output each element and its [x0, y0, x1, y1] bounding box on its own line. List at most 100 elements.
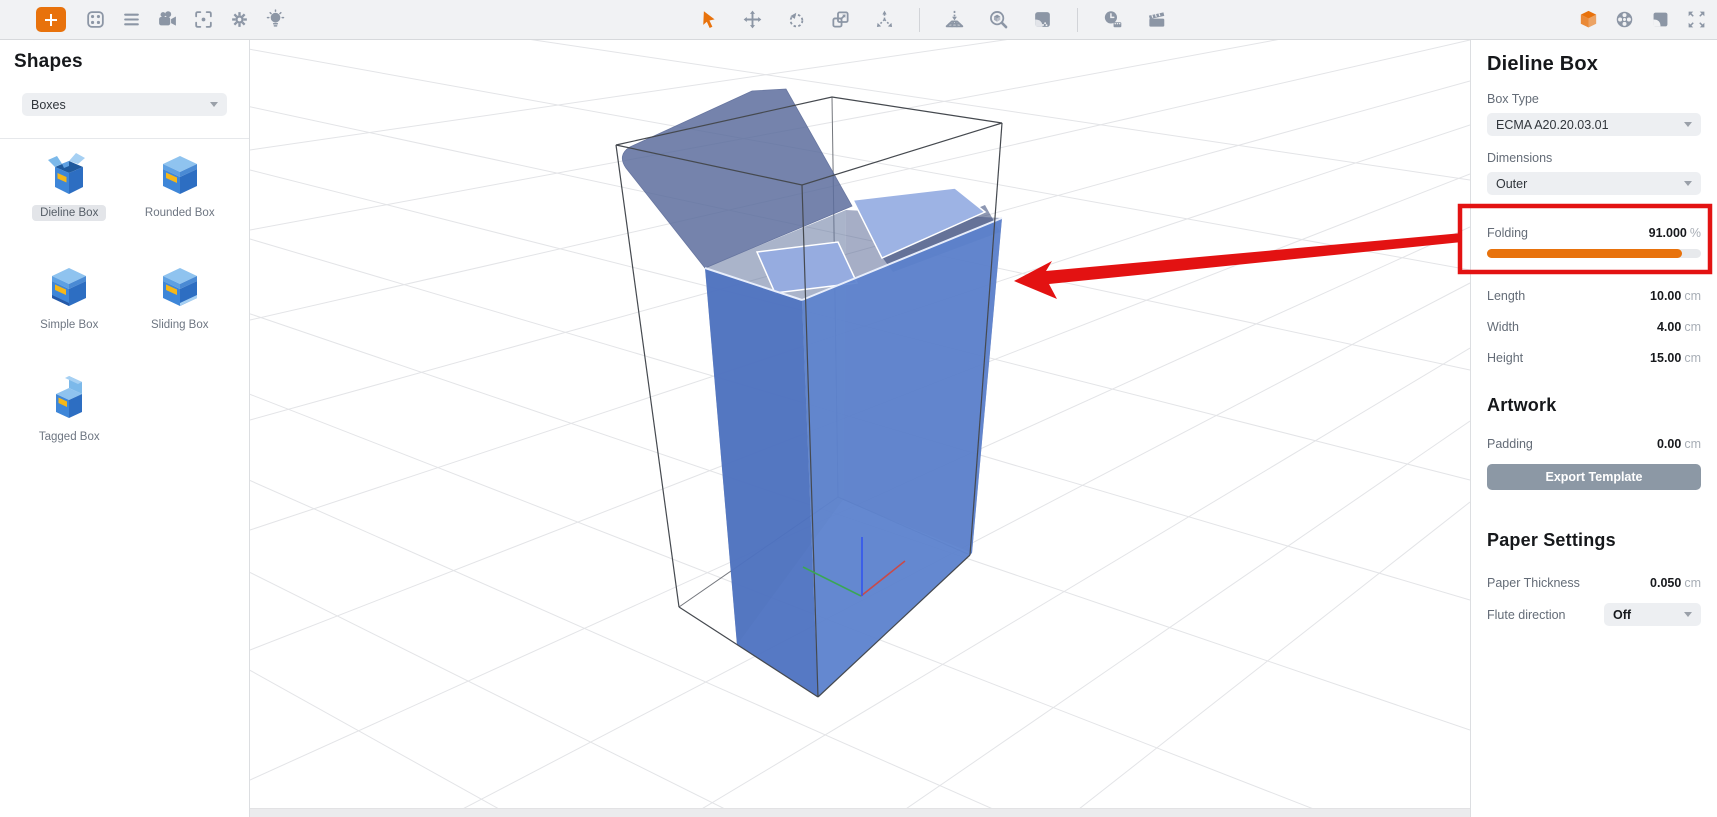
shape-item-dieline-box[interactable]: Dieline Box: [14, 148, 125, 246]
camera-button[interactable]: [155, 7, 180, 32]
padding-unit: cm: [1684, 437, 1701, 451]
snapshot-icon: [1032, 9, 1053, 30]
snapshot-button[interactable]: [1030, 7, 1055, 32]
zoom-object-icon: [988, 9, 1009, 30]
toolbar-middle-group: [696, 7, 1169, 32]
flute-direction-row: Flute direction Off: [1487, 603, 1701, 626]
box-left-face: [705, 268, 818, 697]
move-arrows-icon: [742, 9, 763, 30]
folding-value: 91.000: [1649, 226, 1687, 240]
dieline-box-icon: [45, 150, 93, 198]
box-right-face: [802, 218, 1002, 697]
chevron-down-icon: [210, 102, 218, 107]
folding-unit: %: [1690, 226, 1701, 240]
scene-list-button[interactable]: [119, 7, 144, 32]
shape-item-simple-box[interactable]: Simple Box: [14, 260, 125, 358]
toolbar-left-group: [36, 7, 288, 32]
flute-direction-label: Flute direction: [1487, 608, 1566, 622]
length-label: Length: [1487, 289, 1525, 303]
drop-to-floor-icon: [944, 9, 965, 30]
rounded-box-icon: [156, 150, 204, 198]
padding-row: Padding 0.00cm: [1487, 437, 1701, 451]
width-row: Width 4.00cm: [1487, 320, 1701, 334]
inspector-panel: Dieline Box Box Type ECMA A20.20.03.01 D…: [1470, 40, 1717, 817]
scatter-arrows-icon: [874, 9, 895, 30]
chevron-down-icon: [1684, 181, 1692, 186]
width-value[interactable]: 4.00: [1657, 320, 1681, 334]
flute-direction-value: Off: [1613, 608, 1631, 622]
flute-direction-dropdown[interactable]: Off: [1604, 603, 1701, 626]
lighting-button[interactable]: [263, 7, 288, 32]
horizontal-scrollbar[interactable]: [250, 808, 1470, 817]
width-label: Width: [1487, 320, 1519, 334]
add-shape-button[interactable]: [36, 7, 66, 32]
center-view-button[interactable]: [191, 7, 216, 32]
length-value[interactable]: 10.00: [1650, 289, 1681, 303]
paper-thickness-unit: cm: [1684, 576, 1701, 590]
folding-value-group: 91.000%: [1649, 226, 1701, 240]
page-layout-button[interactable]: [1648, 7, 1673, 32]
dimensions-label: Dimensions: [1487, 151, 1701, 165]
height-value[interactable]: 15.00: [1650, 351, 1681, 365]
export-template-button[interactable]: Export Template: [1487, 464, 1701, 490]
drop-to-floor-button[interactable]: [942, 7, 967, 32]
list-icon: [121, 9, 142, 30]
render-button[interactable]: [1612, 7, 1637, 32]
dimensions-dropdown[interactable]: Outer: [1487, 172, 1701, 195]
shape-category-dropdown[interactable]: Boxes: [22, 93, 227, 116]
materials-button[interactable]: [1576, 7, 1601, 32]
film-reel-icon: [1614, 9, 1635, 30]
height-label: Height: [1487, 351, 1523, 365]
height-unit: cm: [1684, 351, 1701, 365]
main-toolbar: [0, 0, 1717, 40]
scale-icon: [830, 9, 851, 30]
expand-arrows-icon: [1686, 9, 1707, 30]
materials-cube-icon: [1578, 9, 1599, 30]
box-type-label: Box Type: [1487, 92, 1701, 106]
shape-item-label: Dieline Box: [32, 205, 106, 221]
padding-label: Padding: [1487, 437, 1533, 451]
main-content: Shapes Boxes Dieline B: [0, 40, 1717, 817]
padding-value[interactable]: 0.00: [1657, 437, 1681, 451]
paper-thickness-value[interactable]: 0.050: [1650, 576, 1681, 590]
camera-icon: [157, 9, 178, 30]
animation-button[interactable]: [1144, 7, 1169, 32]
folding-slider-fill: [1487, 249, 1682, 258]
toolbar-separator: [919, 8, 920, 32]
rotate-tool-button[interactable]: [784, 7, 809, 32]
viewport-3d[interactable]: [250, 40, 1470, 817]
divider: [0, 138, 249, 139]
move-tool-button[interactable]: [740, 7, 765, 32]
fullscreen-button[interactable]: [1684, 7, 1709, 32]
box-type-dropdown[interactable]: ECMA A20.20.03.01: [1487, 113, 1701, 136]
gear-icon: [229, 9, 250, 30]
select-tool-button[interactable]: [696, 7, 721, 32]
time-button[interactable]: [1100, 7, 1125, 32]
folding-row: Folding 91.000%: [1487, 226, 1701, 240]
plus-icon: [44, 13, 58, 27]
distribute-tool-button[interactable]: [872, 7, 897, 32]
paper-thickness-row: Paper Thickness 0.050cm: [1487, 576, 1701, 590]
box-type-value: ECMA A20.20.03.01: [1496, 118, 1609, 132]
rotate-icon: [786, 9, 807, 30]
shape-item-label: Rounded Box: [137, 205, 223, 221]
chevron-down-icon: [1684, 122, 1692, 127]
scale-tool-button[interactable]: [828, 7, 853, 32]
artwork-section-title: Artwork: [1487, 395, 1701, 416]
application-window: Shapes Boxes Dieline B: [0, 0, 1717, 817]
length-row: Length 10.00cm: [1487, 289, 1701, 303]
shape-item-tagged-box[interactable]: Tagged Box: [14, 372, 125, 470]
folding-slider[interactable]: [1487, 249, 1701, 258]
tagged-box-icon: [45, 374, 93, 422]
dimensions-value: Outer: [1496, 177, 1527, 191]
shape-item-rounded-box[interactable]: Rounded Box: [125, 148, 236, 246]
shape-item-sliding-box[interactable]: Sliding Box: [125, 260, 236, 358]
shape-item-label: Tagged Box: [31, 429, 108, 445]
clapperboard-icon: [1146, 9, 1167, 30]
settings-button[interactable]: [227, 7, 252, 32]
viewport-3d-scene: [250, 40, 1470, 817]
shapes-panel-title: Shapes: [14, 51, 235, 73]
shape-item-label: Simple Box: [32, 317, 106, 333]
zoom-to-object-button[interactable]: [986, 7, 1011, 32]
shape-library-button[interactable]: [83, 7, 108, 32]
